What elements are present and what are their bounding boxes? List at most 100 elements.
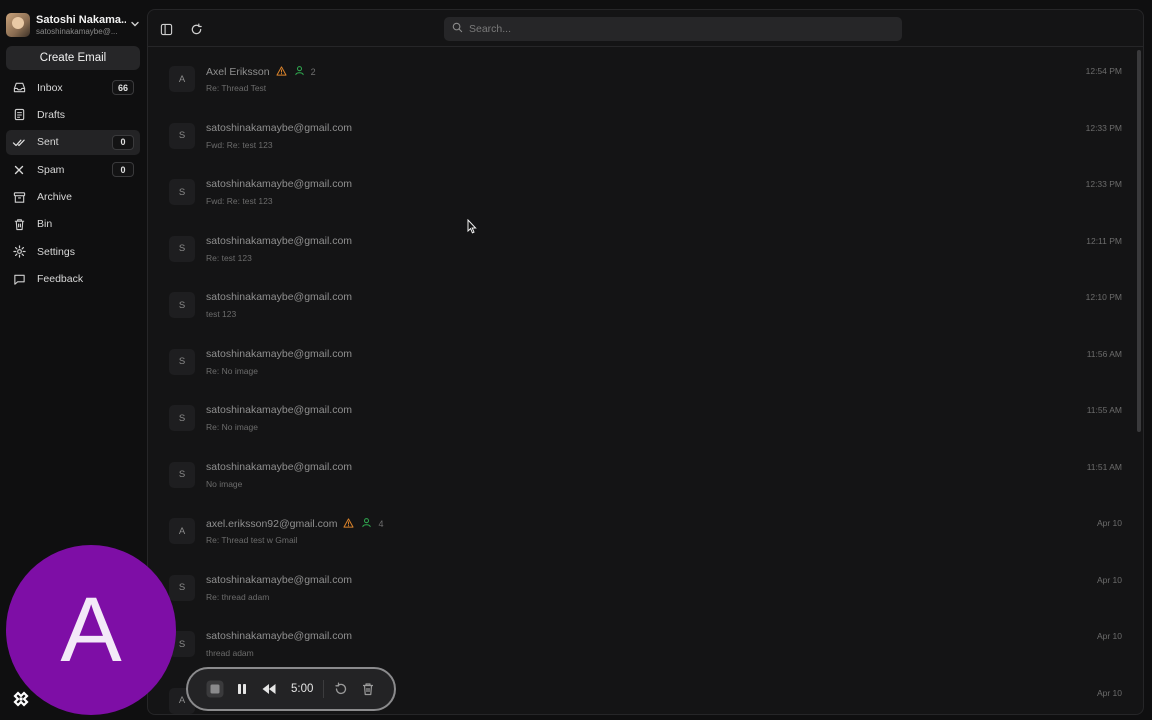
sidebar-item-settings[interactable]: Settings <box>6 239 140 264</box>
sidebar-item-sent[interactable]: Sent 0 <box>6 129 140 155</box>
mouse-cursor <box>467 218 477 239</box>
email-time: 12:33 PM <box>1085 122 1122 133</box>
thread-count: 4 <box>378 519 384 529</box>
mail-panel: A Axel Eriksson 2 Re: Thread Test 12:54 PM Ss… <box>147 9 1144 715</box>
sidebar-item-spam[interactable]: Spam 0 <box>6 157 140 182</box>
email-time: 11:51 AM <box>1086 461 1122 472</box>
sidebar-nav: Inbox 66 Drafts Sent 0 Spam 0 Archive Bi… <box>6 75 140 294</box>
email-time: 11:56 AM <box>1086 348 1122 359</box>
search-bar[interactable] <box>444 17 902 41</box>
sidebar-item-label: Drafts <box>37 108 66 121</box>
message-square-icon <box>12 272 26 286</box>
sender-name: satoshinakamaybe@gmail.com <box>206 291 353 303</box>
sender-name: satoshinakamaybe@gmail.com <box>206 404 353 416</box>
sidebar-item-drafts[interactable]: Drafts <box>6 102 140 127</box>
sent-count-badge: 0 <box>112 134 134 150</box>
inbox-count-badge: 66 <box>111 80 134 95</box>
create-email-button[interactable]: Create Email <box>6 46 140 70</box>
sender-name: satoshinakamaybe@gmail.com <box>206 460 353 473</box>
email-row[interactable]: Ssatoshinakamaybe@gmail.com Fwd: Re: test… <box>148 161 1138 218</box>
search-icon <box>452 20 463 38</box>
email-subject: thread adam <box>206 648 254 658</box>
restart-icon[interactable] <box>332 680 350 698</box>
sender-avatar: S <box>169 292 195 318</box>
contact-icon <box>294 65 305 79</box>
spam-count-badge: 0 <box>112 162 134 178</box>
email-time: 12:33 PM <box>1085 179 1122 189</box>
refresh-icon[interactable] <box>188 21 204 37</box>
email-subject: Re: No image <box>206 422 258 432</box>
email-time: Apr 10 <box>1096 574 1122 585</box>
thread-count: 2 <box>310 67 316 77</box>
divider <box>323 680 325 698</box>
close-icon <box>12 163 26 177</box>
avatar <box>6 13 30 37</box>
sidebar-toggle-icon[interactable] <box>158 21 174 37</box>
delete-recording-icon[interactable] <box>359 680 377 698</box>
email-subject: Re: No image <box>206 365 258 376</box>
double-check-icon <box>12 135 26 149</box>
stop-recording-button[interactable] <box>206 680 224 698</box>
chevron-down-icon[interactable] <box>130 16 140 34</box>
sender-name: satoshinakamaybe@gmail.com <box>206 347 353 360</box>
sidebar-item-feedback[interactable]: Feedback <box>6 267 140 292</box>
sidebar-item-label: Sent <box>37 136 59 149</box>
sidebar-item-archive[interactable]: Archive <box>6 185 140 210</box>
email-subject: Re: test 123 <box>206 252 252 263</box>
email-time: 12:10 PM <box>1085 292 1122 302</box>
email-list: A Axel Eriksson 2 Re: Thread Test 12:54 PM Ss… <box>148 48 1138 714</box>
inbox-icon <box>12 81 26 95</box>
email-subject: No image <box>206 478 243 489</box>
sidebar-item-bin[interactable]: Bin <box>6 212 140 237</box>
email-row[interactable]: Ssatoshinakamaybe@gmail.com Re: test 123 1… <box>148 218 1138 275</box>
email-row[interactable]: Aaxel.eriksson92@gmail.com 4 Re: Thread te… <box>148 500 1138 557</box>
participant-avatar: A <box>6 545 176 715</box>
account-email: satoshinakamaybe@... <box>36 26 118 36</box>
sender-avatar: S <box>169 179 195 205</box>
email-subject: Re: Thread Test <box>206 83 267 93</box>
sender-avatar: S <box>169 348 195 375</box>
email-subject: Re: Thread test w Gmail <box>206 535 298 545</box>
sidebar-item-inbox[interactable]: Inbox 66 <box>6 75 140 100</box>
trash-icon <box>12 217 26 231</box>
email-subject: Fwd: Re: test 123 <box>206 196 273 206</box>
sender-avatar: A <box>169 66 195 92</box>
email-time: 12:54 PM <box>1085 66 1122 76</box>
email-row[interactable]: Ssatoshinakamaybe@gmail.com No image 11:51… <box>148 444 1138 501</box>
warning-icon <box>343 517 355 531</box>
sender-name: axel.eriksson92@gmail.com <box>206 518 338 530</box>
document-icon <box>12 108 26 122</box>
email-row[interactable]: Ssatoshinakamaybe@gmail.com test 123 12:10… <box>148 274 1138 331</box>
email-time: 12:11 PM <box>1086 235 1122 246</box>
sender-avatar: S <box>169 235 195 262</box>
sender-avatar: A <box>169 518 195 544</box>
email-subject: test 123 <box>206 309 237 319</box>
recording-timer: 5:00 <box>291 683 314 695</box>
sidebar-item-label: Archive <box>37 191 73 204</box>
sender-name: satoshinakamaybe@gmail.com <box>206 178 353 190</box>
email-row[interactable]: A Axel Eriksson 2 Re: Thread Test 12:54 PM <box>148 48 1138 105</box>
sender-avatar: S <box>169 405 195 431</box>
email-row[interactable]: Ssatoshinakamaybe@gmail.com thread adam Ap… <box>148 613 1138 670</box>
sender-name: satoshinakamaybe@gmail.com <box>206 234 353 247</box>
sender-avatar: S <box>169 122 195 149</box>
pause-icon[interactable] <box>233 680 251 698</box>
sidebar-item-label: Inbox <box>37 81 63 94</box>
sender-name: Axel Eriksson <box>206 66 270 78</box>
sidebar-item-label: Settings <box>37 245 75 258</box>
email-row[interactable]: Ssatoshinakamaybe@gmail.com Re: No image 1… <box>148 387 1138 444</box>
search-input[interactable] <box>469 23 889 35</box>
email-row[interactable]: Ssatoshinakamaybe@gmail.com Fwd: Re: test… <box>148 105 1138 162</box>
scrollbar[interactable] <box>1137 50 1141 432</box>
account-switcher[interactable]: Satoshi Nakama... satoshinakamaybe@... <box>6 10 142 40</box>
rewind-icon[interactable] <box>260 680 278 698</box>
email-row[interactable]: Ssatoshinakamaybe@gmail.com Re: No image 1… <box>148 331 1138 388</box>
sender-avatar: S <box>169 461 195 488</box>
sender-name: satoshinakamaybe@gmail.com <box>206 630 353 642</box>
email-row[interactable]: Ssatoshinakamaybe@gmail.com Re: thread ad… <box>148 557 1138 614</box>
sender-name: satoshinakamaybe@gmail.com <box>206 121 353 134</box>
toolbar <box>148 10 1143 47</box>
email-time: Apr 10 <box>1096 687 1122 698</box>
warning-icon <box>276 65 287 79</box>
email-time: 11:55 AM <box>1086 405 1122 415</box>
